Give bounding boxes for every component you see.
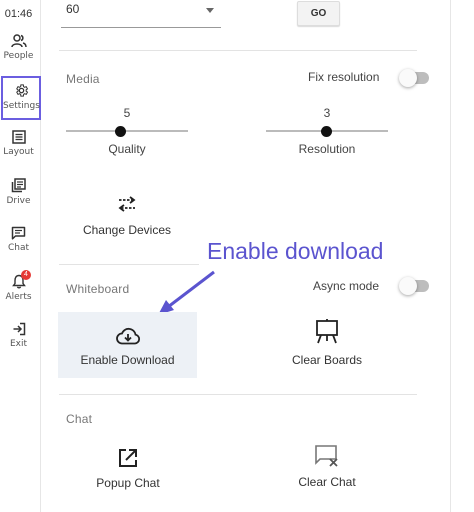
- drive-icon: [11, 178, 26, 193]
- media-section-title: Media: [66, 72, 100, 86]
- async-mode-toggle[interactable]: [399, 277, 429, 295]
- whiteboard-section-title: Whiteboard: [66, 282, 130, 296]
- change-devices-button[interactable]: Change Devices: [66, 188, 188, 244]
- annotation-text: Enable download: [207, 238, 384, 264]
- layout-icon: [11, 130, 26, 144]
- sidebar-item-label: Exit: [9, 339, 28, 349]
- divider: [59, 50, 417, 51]
- sidebar-item-drive[interactable]: Drive: [0, 178, 37, 224]
- swap-horiz-icon: [118, 196, 136, 212]
- fps-select-value[interactable]: 60: [66, 2, 79, 16]
- alerts-badge: 4: [21, 270, 31, 280]
- sidebar-item-label: Drive: [6, 196, 31, 206]
- quality-slider-track[interactable]: [66, 130, 188, 132]
- quality-label: Quality: [108, 142, 146, 156]
- clear-chat-label: Clear Chat: [298, 475, 356, 489]
- quality-value: 5: [123, 106, 131, 120]
- clear-boards-button[interactable]: Clear Boards: [267, 312, 387, 378]
- fps-select-underline: [61, 27, 221, 28]
- right-edge: [450, 0, 474, 512]
- sidebar-item-settings[interactable]: Settings: [1, 76, 41, 120]
- resolution-label: Resolution: [298, 142, 356, 156]
- sidebar-item-label: Chat: [7, 243, 30, 253]
- clear-chat-button[interactable]: Clear Chat: [267, 440, 387, 496]
- async-mode-label: Async mode: [313, 279, 380, 293]
- sidebar-item-label: Settings: [3, 101, 40, 111]
- sidebar-item-exit[interactable]: Exit: [0, 322, 37, 368]
- enable-download-button[interactable]: Enable Download: [58, 312, 197, 378]
- toggle-knob: [399, 277, 417, 295]
- divider: [59, 264, 199, 265]
- go-button[interactable]: GO: [297, 1, 340, 26]
- popup-chat-label: Popup Chat: [96, 476, 160, 490]
- people-icon: [10, 34, 27, 48]
- easel-icon: [316, 319, 338, 344]
- sidebar-item-people[interactable]: People: [0, 34, 37, 80]
- exit-icon: [13, 322, 25, 336]
- popup-chat-button[interactable]: Popup Chat: [68, 440, 188, 496]
- resolution-slider-thumb[interactable]: [321, 126, 332, 137]
- change-devices-label: Change Devices: [82, 223, 172, 237]
- cloud-download-icon: [116, 327, 141, 345]
- sidebar: 01:46 People Settings Layout Drive Chat …: [0, 0, 41, 512]
- gear-icon: [15, 84, 28, 97]
- chat-section-title: Chat: [66, 412, 93, 426]
- chat-icon: [11, 226, 26, 240]
- sidebar-item-label: People: [3, 51, 34, 61]
- sidebar-item-layout[interactable]: Layout: [0, 130, 37, 176]
- enable-download-label: Enable Download: [80, 353, 175, 367]
- clear-boards-label: Clear Boards: [291, 353, 363, 367]
- sidebar-item-alerts[interactable]: 4 Alerts: [0, 270, 37, 320]
- sidebar-item-label: Alerts: [5, 292, 32, 302]
- fix-resolution-label: Fix resolution: [308, 70, 380, 84]
- toggle-knob: [399, 69, 417, 87]
- clear-chat-icon: [315, 445, 338, 467]
- chevron-down-icon[interactable]: [206, 8, 214, 13]
- sidebar-item-chat[interactable]: Chat: [0, 226, 37, 272]
- clock: 01:46: [4, 8, 33, 20]
- fix-resolution-toggle[interactable]: [399, 69, 429, 87]
- resolution-value: 3: [323, 106, 331, 120]
- open-in-new-icon: [119, 449, 137, 467]
- quality-slider-thumb[interactable]: [115, 126, 126, 137]
- sidebar-item-label: Layout: [3, 147, 34, 157]
- divider: [59, 394, 417, 395]
